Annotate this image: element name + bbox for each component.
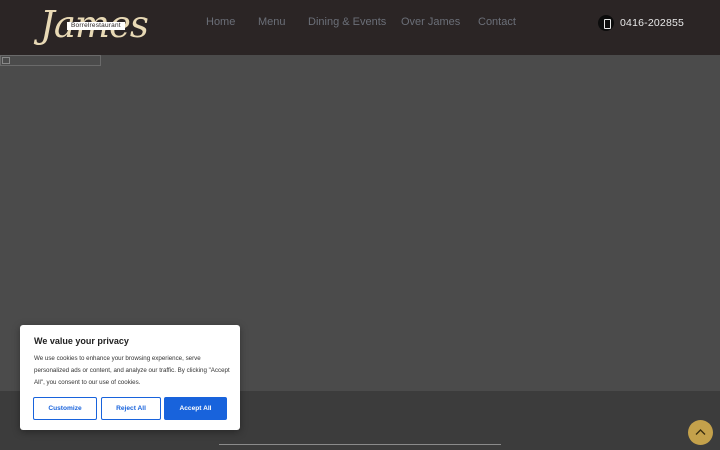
nav-over-james[interactable]: Over James xyxy=(401,16,460,30)
footer-divider xyxy=(219,444,501,445)
site-header: James Borrelrestaurant Home Menu Dining … xyxy=(0,0,720,55)
logo-tagline: Borrelrestaurant xyxy=(67,22,125,30)
cookie-description: We use cookies to enhance your browsing … xyxy=(34,355,230,386)
cookie-title: We value your privacy xyxy=(34,336,129,346)
broken-image-icon xyxy=(2,57,10,64)
accept-all-button[interactable]: Accept All xyxy=(164,397,227,420)
broken-image-placeholder xyxy=(0,55,101,66)
customize-button[interactable]: Customize xyxy=(33,397,97,420)
nav-menu[interactable]: Menu xyxy=(258,16,286,30)
site-logo[interactable]: James Borrelrestaurant xyxy=(40,3,149,47)
chevron-up-icon xyxy=(695,429,706,435)
nav-home[interactable]: Home xyxy=(206,16,235,30)
phone-number: 0416-202855 xyxy=(620,16,685,29)
reject-all-button[interactable]: Reject All xyxy=(101,397,161,420)
back-to-top-button[interactable] xyxy=(688,420,713,445)
phone-link[interactable]: 0416-202855 xyxy=(598,14,684,31)
nav-dining-events[interactable]: Dining & Events xyxy=(308,16,386,30)
mobile-phone-icon xyxy=(598,14,614,31)
cookie-consent-banner: We value your privacy We use cookies to … xyxy=(20,325,240,430)
nav-contact[interactable]: Contact xyxy=(478,16,516,30)
